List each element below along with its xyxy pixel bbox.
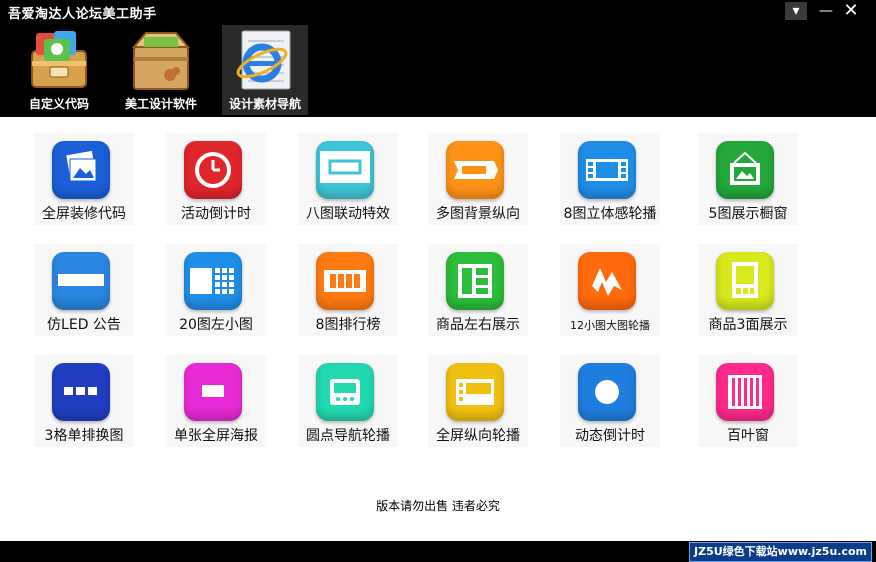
tile-8-3d-carousel[interactable]: 8图立体感轮播 <box>560 133 660 225</box>
tile-multi-bg-vertical[interactable]: 多图背景纵向 <box>428 133 528 225</box>
blinds-icon <box>728 375 762 409</box>
tile-label: 活动倒计时 <box>181 206 251 222</box>
tile-activity-countdown[interactable]: 活动倒计时 <box>166 133 266 225</box>
tile-product-left-right[interactable]: 商品左右展示 <box>428 244 528 336</box>
toolbar-item-design-software[interactable]: 美工设计软件 <box>118 25 204 115</box>
hanging-picture-icon <box>730 151 760 185</box>
toolbar-item-label: 设计素材导航 <box>228 97 301 111</box>
tile-product-3-sides[interactable]: 商品3面展示 <box>698 244 798 336</box>
tile-12-small-big-carousel[interactable]: 12小图大图轮播 <box>560 244 660 336</box>
tile-label: 多图背景纵向 <box>436 206 520 222</box>
tile-label: 全屏纵向轮播 <box>436 428 520 444</box>
toolbar-item-label: 自定义代码 <box>28 97 89 111</box>
tile-label: 仿LED 公告 <box>47 317 121 333</box>
panel-icon <box>732 262 758 298</box>
vertical-carousel-icon <box>456 379 494 405</box>
frame-icon <box>320 151 370 183</box>
toolbar-item-label: 美工设计软件 <box>124 97 197 111</box>
tile-label: 单张全屏海报 <box>174 428 258 444</box>
dots-nav-icon <box>330 379 360 405</box>
tile-label: 动态倒计时 <box>575 428 645 444</box>
tile-label: 商品3面展示 <box>708 317 788 333</box>
tile-label: 20图左小图 <box>179 317 253 333</box>
toolbar-item-design-nav[interactable]: 设计素材导航 <box>222 25 308 115</box>
tile-label: 圆点导航轮播 <box>306 428 390 444</box>
bottom-bar: JZ5U绿色下载站www.jz5u.com <box>0 541 876 562</box>
tile-dynamic-countdown[interactable]: 动态倒计时 <box>560 355 660 447</box>
copyright-note: 版本请勿出售 违者必究 <box>376 499 500 513</box>
tile-label: 全屏装修代码 <box>42 206 126 222</box>
dropdown-button[interactable]: ▾ <box>785 2 807 20</box>
toolbar-item-custom-code[interactable]: 自定义代码 <box>16 25 102 115</box>
window-title: 吾爱淘达人论坛美工助手 <box>8 7 157 22</box>
tile-label: 八图联动特效 <box>306 206 390 222</box>
tile-label: 百叶窗 <box>727 428 769 444</box>
toolbar: 自定义代码 美工设计软件 设计素材导航 <box>0 22 876 117</box>
poster-icon <box>202 385 224 397</box>
bars-icon <box>324 270 366 292</box>
tile-8-ranking[interactable]: 8图排行榜 <box>298 244 398 336</box>
tile-dot-nav-carousel[interactable]: 圆点导航轮播 <box>298 355 398 447</box>
circle-icon <box>595 380 619 404</box>
ie-browser-icon <box>236 30 291 90</box>
lightning-icon <box>592 268 622 296</box>
tile-single-fullscreen-poster[interactable]: 单张全屏海报 <box>166 355 266 447</box>
tile-label: 8图排行榜 <box>315 317 381 333</box>
minimize-button[interactable]: — <box>815 2 837 20</box>
tile-fullscreen-code[interactable]: 全屏装修代码 <box>34 133 134 225</box>
tile-label: 12小图大图轮播 <box>570 319 650 332</box>
tile-label: 8图立体感轮播 <box>563 206 657 222</box>
close-button[interactable]: ✕ <box>840 2 862 20</box>
clock-icon <box>195 152 231 188</box>
tile-20-left-small[interactable]: 20图左小图 <box>166 244 266 336</box>
code-box-icon <box>31 31 87 88</box>
tile-5-showcase[interactable]: 5图展示橱窗 <box>698 133 798 225</box>
tile-grid: 全屏装修代码 活动倒计时 八图联动特效 多图背景纵向 8图立体感轮播 5图展示橱… <box>0 117 876 541</box>
tile-fullscreen-vertical-carousel[interactable]: 全屏纵向轮播 <box>428 355 528 447</box>
three-cell-icon <box>64 387 97 395</box>
tile-label: 商品左右展示 <box>436 317 520 333</box>
tile-label: 5图展示橱窗 <box>708 206 788 222</box>
led-bar-icon <box>58 274 104 286</box>
title-bar: 吾爱淘达人论坛美工助手 ▾ — ✕ <box>0 0 876 22</box>
film-strip-icon <box>586 159 628 181</box>
split-layout-icon <box>458 264 492 298</box>
photo-stack-icon <box>66 150 97 182</box>
tile-led-notice[interactable]: 仿LED 公告 <box>34 244 134 336</box>
watermark-badge: JZ5U绿色下载站www.jz5u.com <box>689 542 872 562</box>
tile-3-cell-row[interactable]: 3格单排换图 <box>34 355 134 447</box>
tile-eight-linked[interactable]: 八图联动特效 <box>298 133 398 225</box>
software-box-icon <box>131 32 191 90</box>
arrow-banner-icon <box>454 161 498 179</box>
grid-icon <box>190 268 234 294</box>
tile-label: 3格单排换图 <box>44 428 124 444</box>
tile-blinds[interactable]: 百叶窗 <box>698 355 798 447</box>
